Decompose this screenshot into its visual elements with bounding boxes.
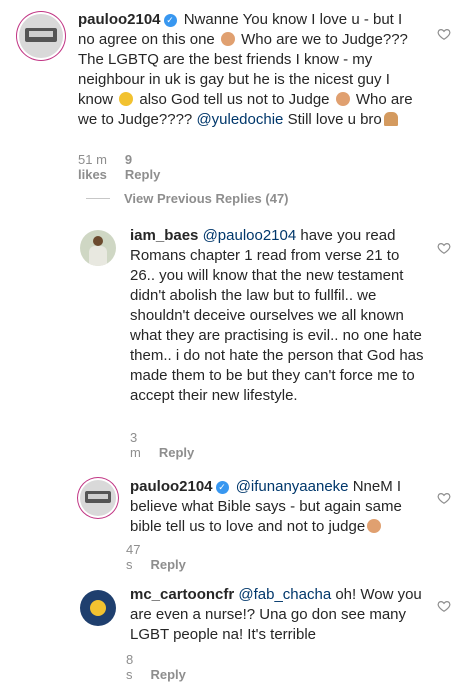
timestamp: 8 s <box>126 652 134 682</box>
facepalm-emoji-icon <box>335 92 350 106</box>
view-previous-replies-button[interactable]: View Previous Replies (47) <box>86 191 289 206</box>
comment-meta: 8 s Reply <box>126 652 186 682</box>
comment-body: have you read Romans chapter 1 read from… <box>130 227 424 404</box>
facepalm-emoji-icon <box>367 519 382 533</box>
avatar[interactable] <box>80 480 116 516</box>
heart-outline-icon[interactable] <box>437 491 451 505</box>
reply-button[interactable]: Reply <box>159 445 194 460</box>
pray-emoji-icon <box>383 112 398 126</box>
comment-text-part: Still love u bro <box>287 111 382 128</box>
smile-emoji-icon <box>119 92 134 106</box>
avatar-image-body <box>89 246 107 266</box>
verified-badge-icon: ✓ <box>163 14 177 27</box>
username[interactable]: pauloo2104 <box>78 11 161 28</box>
reply-button[interactable]: Reply <box>151 557 186 572</box>
comment-text-part: also God tell us not to Judge <box>139 91 330 108</box>
mention-link[interactable]: @pauloo2104 <box>203 227 297 244</box>
comment-text: iam_baes @pauloo2104 have you read Roman… <box>130 226 424 406</box>
mention-link[interactable]: @yuledochie <box>196 111 283 128</box>
avatar-image-detail <box>88 494 108 499</box>
heart-outline-icon[interactable] <box>437 27 451 41</box>
username[interactable]: iam_baes <box>130 227 198 244</box>
mention-link[interactable]: @fab_chacha <box>238 586 331 603</box>
avatar-image <box>93 236 103 246</box>
heart-outline-icon[interactable] <box>437 241 451 255</box>
comment-meta: 47 s Reply <box>126 542 186 572</box>
comment-meta: 51 m9 likes Reply <box>78 152 160 182</box>
avatar-image-detail <box>29 31 53 37</box>
facepalm-emoji-icon <box>220 32 235 46</box>
username[interactable]: pauloo2104 <box>130 478 213 495</box>
view-previous-label: View Previous Replies (47) <box>124 191 289 206</box>
verified-badge-icon: ✓ <box>215 481 229 494</box>
avatar[interactable] <box>80 590 116 626</box>
mention-link[interactable]: @ifunanyaaneke <box>236 478 349 495</box>
avatar[interactable] <box>80 230 116 266</box>
divider-line <box>86 198 110 199</box>
heart-outline-icon[interactable] <box>437 599 451 613</box>
username[interactable]: mc_cartooncfr <box>130 586 234 603</box>
reply-button[interactable]: Reply <box>151 667 186 682</box>
comment-text: pauloo2104 ✓ Nwanne You know I love u - b… <box>78 10 418 130</box>
comment-text: pauloo2104 ✓ @ifunanyaaneke NneM I believ… <box>130 477 424 537</box>
timestamp: 51 m <box>78 152 107 167</box>
avatar[interactable] <box>19 14 63 58</box>
avatar-image <box>90 600 106 616</box>
timestamp: 47 s <box>126 542 141 572</box>
comment-text: mc_cartooncfr @fab_chacha oh! Wow you ar… <box>130 585 424 645</box>
comment-meta: 3 m Reply <box>130 430 194 460</box>
timestamp: 3 m <box>130 430 141 460</box>
reply-button[interactable]: Reply <box>125 167 160 182</box>
